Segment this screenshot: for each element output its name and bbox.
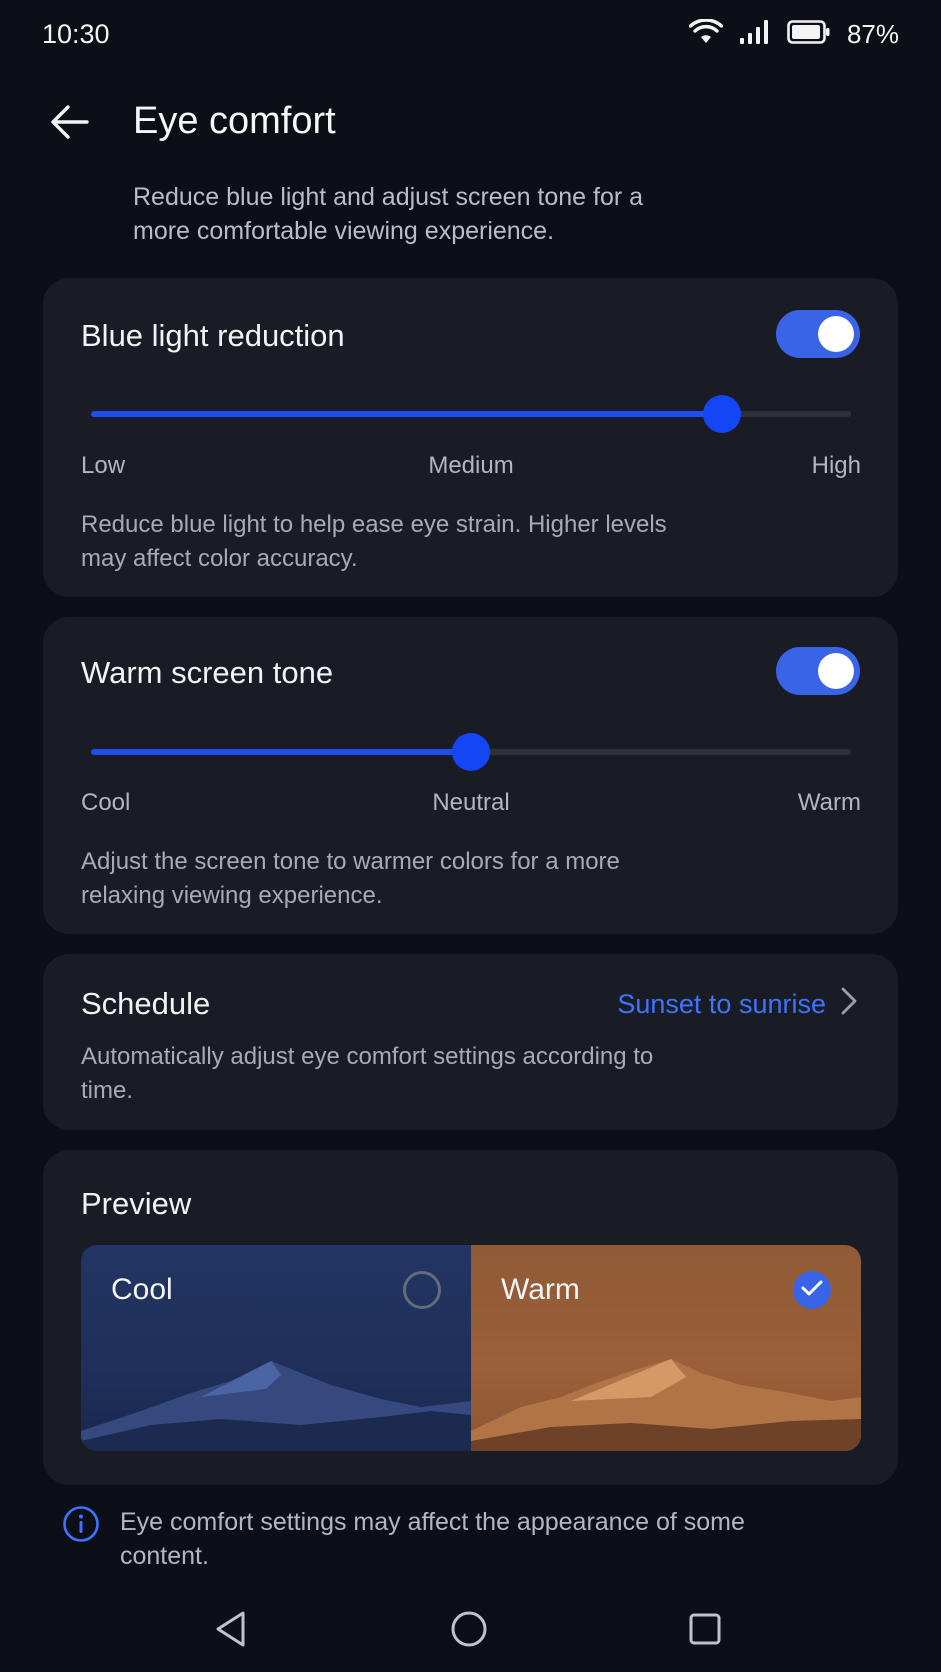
slider-thumb[interactable] — [702, 395, 741, 433]
arrow-left-icon — [50, 104, 90, 145]
blue-light-title: Blue light reduction — [81, 318, 345, 353]
preview-label-warm: Warm — [501, 1273, 580, 1306]
schedule-value: Sunset to sunrise — [617, 989, 826, 1019]
blue-light-description: Reduce blue light to help ease eye strai… — [81, 511, 667, 572]
label-neutral: Neutral — [432, 789, 510, 816]
preview-card: Preview Cool Warm — [43, 1150, 898, 1485]
triangle-back-icon — [213, 1610, 249, 1653]
preview-label-cool: Cool — [111, 1273, 173, 1306]
label-warm: Warm — [797, 789, 861, 816]
page-title: Eye comfort — [133, 100, 336, 142]
blue-light-card: Blue light reduction Low Medium High Red… — [43, 278, 898, 597]
schedule-title: Schedule — [81, 986, 211, 1021]
status-bar: 10:30 87% — [0, 0, 941, 68]
warm-tone-toggle[interactable] — [776, 647, 860, 695]
mountain-illustration — [471, 1359, 861, 1451]
slider-thumb[interactable] — [452, 733, 490, 771]
status-icons: 87% — [688, 17, 899, 50]
warm-tone-labels: Cool Neutral Warm — [81, 789, 861, 819]
square-recents-icon — [687, 1611, 723, 1652]
schedule-value-link[interactable]: Sunset to sunrise — [617, 986, 858, 1023]
preview-options: Cool Warm — [81, 1245, 861, 1451]
label-high: High — [811, 452, 861, 479]
warm-tone-slider[interactable] — [91, 733, 851, 771]
preview-radio-cool[interactable] — [403, 1271, 441, 1309]
check-icon — [801, 1279, 823, 1302]
preview-option-warm[interactable]: Warm — [471, 1245, 861, 1451]
warm-tone-description: Adjust the screen tone to warmer colors … — [81, 848, 620, 909]
slider-fill — [91, 749, 471, 755]
preview-option-cool[interactable]: Cool — [81, 1245, 471, 1451]
status-time: 10:30 — [42, 18, 110, 49]
toggle-knob — [818, 653, 854, 689]
circle-home-icon — [450, 1610, 488, 1653]
preview-radio-warm[interactable] — [793, 1271, 831, 1309]
toggle-knob — [818, 316, 854, 352]
navigation-bar — [0, 1592, 941, 1672]
back-button[interactable] — [44, 98, 96, 150]
battery-percentage: 87% — [846, 18, 899, 49]
preview-title: Preview — [81, 1186, 192, 1221]
slider-fill — [91, 411, 722, 417]
signal-icon — [739, 19, 771, 50]
wifi-icon — [688, 17, 724, 50]
schedule-description: Automatically adjust eye comfort setting… — [81, 1043, 654, 1104]
page-subtitle: Reduce blue light and adjust screen tone… — [133, 183, 644, 245]
nav-back-button[interactable] — [206, 1606, 256, 1656]
label-medium: Medium — [428, 452, 514, 479]
info-icon — [62, 1505, 100, 1548]
mountain-illustration — [81, 1361, 471, 1451]
info-note: Eye comfort settings may affect the appe… — [62, 1505, 882, 1573]
battery-icon — [787, 19, 831, 50]
blue-light-toggle[interactable] — [776, 310, 860, 358]
blue-light-slider[interactable] — [91, 395, 851, 433]
chevron-right-icon — [840, 986, 858, 1023]
label-low: Low — [81, 452, 126, 479]
nav-home-button[interactable] — [444, 1606, 494, 1656]
info-text: Eye comfort settings may affect the appe… — [120, 1508, 745, 1570]
nav-recents-button[interactable] — [680, 1606, 730, 1656]
schedule-card[interactable]: Schedule Sunset to sunrise Automatically… — [43, 954, 898, 1130]
warm-tone-title: Warm screen tone — [81, 655, 334, 690]
blue-light-labels: Low Medium High — [81, 452, 861, 482]
header: Eye comfort — [0, 92, 941, 156]
label-cool: Cool — [81, 789, 131, 816]
warm-tone-card: Warm screen tone Cool Neutral Warm Adjus… — [43, 617, 898, 934]
